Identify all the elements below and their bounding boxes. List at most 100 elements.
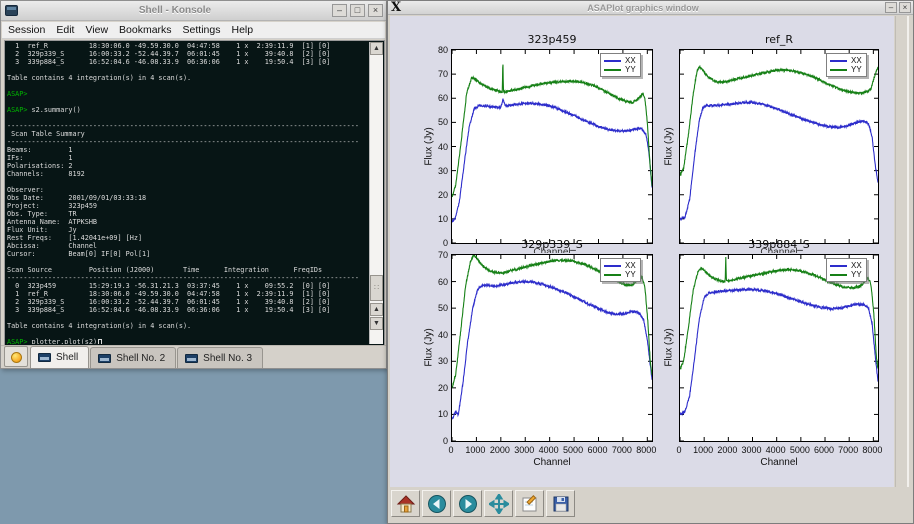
terminal-line: Scan Source Position (J2000) Time Integr… bbox=[7, 266, 368, 274]
konsole-window-title: Shell - Konsole bbox=[18, 5, 332, 16]
home-icon bbox=[396, 494, 416, 514]
terminal-line bbox=[7, 114, 368, 122]
scroll-up2-icon[interactable]: ▲ bbox=[370, 303, 383, 316]
terminal-tab-icon bbox=[185, 354, 198, 363]
scrollbar-thumb[interactable] bbox=[370, 275, 383, 301]
legend-entry: YY bbox=[830, 270, 862, 279]
plot-axes-329p339-s bbox=[451, 254, 653, 442]
terminal-line: 2 329p339_S 16:00:33.2 -52.44.39.7 06:01… bbox=[7, 50, 368, 58]
konsole-app-icon bbox=[5, 5, 18, 16]
legend: XXYY bbox=[600, 258, 641, 282]
minimize-button[interactable]: – bbox=[332, 4, 347, 17]
legend-line-swatch bbox=[604, 60, 621, 62]
subplots-button[interactable] bbox=[515, 490, 544, 517]
terminal-line: ASAP> bbox=[7, 90, 368, 98]
ytick-label: 70 bbox=[426, 250, 448, 260]
menu-item-bookmarks[interactable]: Bookmarks bbox=[119, 24, 172, 36]
new-session-button[interactable] bbox=[4, 346, 28, 367]
asaplot-titlebar[interactable]: X ASAPlot graphics window – × bbox=[388, 1, 913, 15]
terminal-line: 1 ref_R 18:30:06.0 -49.59.30.0 04:47:58 … bbox=[7, 290, 368, 298]
terminal-line bbox=[7, 98, 368, 106]
legend-label: XX bbox=[625, 56, 636, 65]
close-button[interactable]: × bbox=[899, 2, 911, 13]
plot-canvas bbox=[452, 50, 652, 243]
terminal-frame: 1 ref_R 18:30:06.0 -49.59.30.0 04:47:58 … bbox=[4, 40, 385, 346]
legend-label: YY bbox=[851, 270, 862, 279]
terminal-line: 0 323p459 15:29:19.3 -56.31.21.3 03:37:4… bbox=[7, 282, 368, 290]
legend-line-swatch bbox=[830, 265, 847, 267]
legend-label: XX bbox=[625, 261, 636, 270]
yaxis-label: Flux (Jy) bbox=[664, 328, 675, 366]
terminal-line bbox=[7, 178, 368, 186]
home-button[interactable] bbox=[391, 490, 420, 517]
menu-item-view[interactable]: View bbox=[85, 24, 108, 36]
terminal-line: ----------------------------------------… bbox=[7, 122, 368, 130]
terminal-line: Antenna Name: ATPKSHB bbox=[7, 218, 368, 226]
series-xx bbox=[680, 102, 878, 220]
terminal-line: IFs: 1 bbox=[7, 154, 368, 162]
terminal-tab-icon bbox=[98, 354, 111, 363]
forward-button[interactable] bbox=[453, 490, 482, 517]
terminal-line: Obs. Type: TR bbox=[7, 210, 368, 218]
asaplot-window: X ASAPlot graphics window – × 323p459010… bbox=[387, 0, 914, 524]
tab-shell-no-3[interactable]: Shell No. 3 bbox=[177, 347, 263, 368]
yaxis-label: Flux (Jy) bbox=[664, 127, 675, 165]
ytick-label: 10 bbox=[426, 214, 448, 224]
menu-item-edit[interactable]: Edit bbox=[56, 24, 74, 36]
ytick-label: 80 bbox=[426, 45, 448, 55]
legend: XXYY bbox=[600, 53, 641, 77]
terminal-line: Channels: 8192 bbox=[7, 170, 368, 178]
terminal-output[interactable]: 1 ref_R 18:30:06.0 -49.59.30.0 04:47:58 … bbox=[7, 42, 368, 344]
maximize-button[interactable]: □ bbox=[350, 4, 365, 17]
terminal-line: Scan Table Summary bbox=[7, 130, 368, 138]
legend-entry: XX bbox=[604, 261, 636, 270]
minimize-button[interactable]: – bbox=[885, 2, 897, 13]
yaxis-label: Flux (Jy) bbox=[424, 328, 435, 366]
plot-axes-339p884-s bbox=[679, 254, 879, 442]
terminal-cursor bbox=[98, 339, 102, 344]
back-button[interactable] bbox=[422, 490, 451, 517]
plot-canvas bbox=[680, 255, 878, 441]
terminal-line: 3 339p884_S 16:52:04.6 -46.08.33.9 06:36… bbox=[7, 58, 368, 66]
ytick-label: 50 bbox=[426, 303, 448, 313]
menu-item-help[interactable]: Help bbox=[232, 24, 254, 36]
tab-label: Shell bbox=[56, 352, 78, 363]
legend-label: YY bbox=[625, 65, 636, 74]
plot-canvas bbox=[452, 255, 652, 441]
save-button[interactable] bbox=[546, 490, 575, 517]
ytick-label: 60 bbox=[426, 277, 448, 287]
legend-label: YY bbox=[851, 65, 862, 74]
figure-canvas[interactable]: 323p45901020304050607080Flux (Jy)XXYYref… bbox=[390, 16, 894, 487]
ytick-label: 60 bbox=[426, 93, 448, 103]
tab-shell[interactable]: Shell bbox=[30, 346, 89, 368]
terminal-line: 2 329p339_S 16:00:33.2 -52.44.39.7 06:01… bbox=[7, 298, 368, 306]
menu-item-settings[interactable]: Settings bbox=[183, 24, 221, 36]
tab-shell-no-2[interactable]: Shell No. 2 bbox=[90, 347, 176, 368]
desktop: Shell - Konsole – □ × Session Edit View Boo… bbox=[0, 0, 914, 524]
terminal-line bbox=[7, 258, 368, 266]
pan-icon bbox=[489, 494, 509, 514]
scroll-down-icon[interactable]: ▼ bbox=[370, 317, 383, 330]
legend-line-swatch bbox=[830, 274, 847, 276]
terminal-line: Project: 323p459 bbox=[7, 202, 368, 210]
menu-item-session[interactable]: Session bbox=[8, 24, 45, 36]
close-button[interactable]: × bbox=[368, 4, 383, 17]
scroll-up-icon[interactable]: ▲ bbox=[370, 42, 383, 55]
terminal-line bbox=[7, 314, 368, 322]
pan-button[interactable] bbox=[484, 490, 513, 517]
terminal-line: Beams: 1 bbox=[7, 146, 368, 154]
terminal-line: ASAP> s2.summary() bbox=[7, 106, 368, 114]
legend: XXYY bbox=[826, 258, 867, 282]
terminal-line: Rest Freqs: [1.42041e+09] [Hz] bbox=[7, 234, 368, 242]
terminal-line: ----------------------------------------… bbox=[7, 138, 368, 146]
matplotlib-toolbar bbox=[388, 488, 913, 519]
legend-line-swatch bbox=[604, 265, 621, 267]
tab-label: Shell No. 2 bbox=[116, 353, 165, 364]
series-xx bbox=[452, 99, 652, 222]
series-xx bbox=[680, 288, 878, 415]
asaplot-window-title: ASAPlot graphics window bbox=[401, 3, 885, 13]
legend-label: XX bbox=[851, 56, 862, 65]
konsole-titlebar[interactable]: Shell - Konsole – □ × bbox=[1, 1, 386, 21]
terminal-scrollbar[interactable]: ▲ ▲ ▼ bbox=[369, 42, 383, 344]
legend-line-swatch bbox=[604, 69, 621, 71]
